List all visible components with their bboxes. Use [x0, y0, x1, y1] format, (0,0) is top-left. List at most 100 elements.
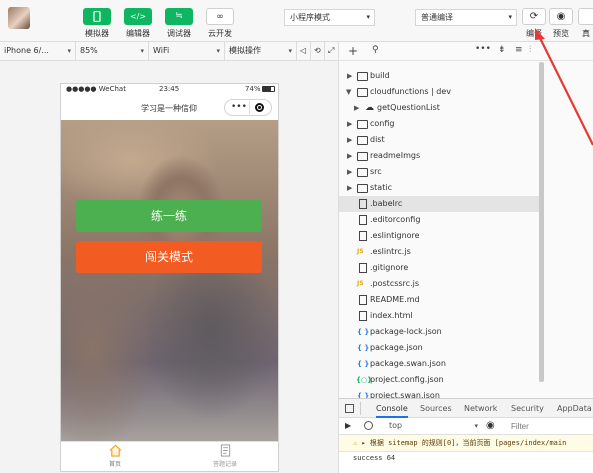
mode-select[interactable]: 小程序模式 ▾: [284, 9, 375, 26]
debug-icon: ≒: [175, 11, 183, 21]
chevron-right-icon[interactable]: ▶: [347, 132, 352, 148]
context-select[interactable]: top ▾: [387, 419, 482, 433]
tab-console[interactable]: Console: [376, 399, 408, 418]
file-tree-item[interactable]: index.html: [339, 308, 539, 324]
chevron-down-icon[interactable]: ▼: [346, 84, 351, 100]
cloud-dev-label: 云开发: [208, 29, 232, 38]
console-filter-input[interactable]: [511, 420, 591, 432]
folder-icon: [357, 120, 368, 129]
file-tree-item[interactable]: .editorconfig: [339, 212, 539, 228]
file-tree-item[interactable]: .babelrc: [339, 196, 539, 212]
file-tree-item[interactable]: ▶ static: [339, 180, 539, 196]
file-tree-item[interactable]: ▶ dist: [339, 132, 539, 148]
file-name: .gitignore: [370, 263, 409, 272]
file-name: .eslintrc.js: [370, 247, 411, 256]
chevron-right-icon[interactable]: ▶: [347, 148, 352, 164]
zoom-select[interactable]: 85% ▾: [76, 42, 149, 60]
preview-button[interactable]: ◉: [549, 8, 573, 25]
collapse-all-icon[interactable]: ⇟: [498, 45, 506, 55]
file-tree-item[interactable]: { } package.swan.json: [339, 356, 539, 372]
chevron-right-icon[interactable]: ▶: [354, 100, 359, 116]
file-tree-item[interactable]: ▶ src: [339, 164, 539, 180]
inspect-icon[interactable]: [345, 404, 354, 413]
capsule-divider: [249, 101, 250, 114]
file-name: build: [370, 71, 390, 80]
file-tree-item[interactable]: {○} project.config.json: [339, 372, 539, 388]
file-tree-item[interactable]: ▼ cloudfunctions | dev: [339, 84, 539, 100]
tab-appdata[interactable]: AppData: [557, 399, 592, 418]
editor-toggle-button[interactable]: </>: [124, 8, 152, 25]
sidebar-toggle-icon[interactable]: ▶: [345, 421, 351, 430]
folder-icon: [357, 184, 368, 193]
file-name: package.json: [370, 343, 423, 352]
file-tree-item[interactable]: .gitignore: [339, 260, 539, 276]
compile-select[interactable]: 普通编译 ▾: [415, 9, 517, 26]
device-select[interactable]: iPhone 6/... ▾: [0, 42, 76, 60]
chevron-right-icon[interactable]: ▶: [347, 68, 352, 84]
practice-button[interactable]: 练一练: [76, 200, 262, 232]
clear-console-icon[interactable]: [364, 421, 373, 430]
operation-select-value: 模拟操作: [229, 46, 261, 55]
file-tree-item[interactable]: README.md: [339, 292, 539, 308]
avatar[interactable]: [8, 7, 30, 29]
file-name: readmeImgs: [370, 151, 421, 160]
console-filter-bar: ▶ top ▾ ◉: [339, 418, 593, 435]
fullscreen-button[interactable]: ⤢: [325, 42, 338, 60]
simulator-toggle-button[interactable]: [83, 8, 111, 25]
folder-icon: [357, 168, 368, 177]
json-file-icon: { }: [357, 328, 370, 336]
warning-icon: ⚠: [353, 439, 358, 447]
file-tree-item[interactable]: ▶ build: [339, 68, 539, 84]
rotate-button[interactable]: ⟲: [311, 42, 325, 60]
expand-icon: ⤢: [328, 46, 335, 55]
file-tree-item[interactable]: JS .postcssrc.js: [339, 276, 539, 292]
more-button[interactable]: [578, 8, 593, 25]
simulator-area: ●●●●● WeChat 23:45 74% 学习是一种信仰 ••• 练一练 闯…: [0, 61, 338, 473]
search-icon[interactable]: ⚲: [372, 45, 379, 55]
compile-button[interactable]: ⟳: [522, 8, 546, 25]
tab-record[interactable]: 答题记录: [200, 444, 250, 468]
level-mode-button[interactable]: 闯关模式: [76, 241, 262, 273]
eye-icon[interactable]: ◉: [486, 420, 495, 431]
folder-icon: [357, 136, 368, 145]
folder-icon: [357, 152, 368, 161]
operation-select[interactable]: 模拟操作 ▾: [225, 42, 297, 60]
warning-message: ▸ 根据 sitemap 的规则[0]，当前页面 [pages/index/ma…: [361, 439, 567, 447]
close-circle-icon[interactable]: [255, 103, 264, 112]
file-tree-item[interactable]: { } package-lock.json: [339, 324, 539, 340]
simulator-options-bar: iPhone 6/... ▾ 85% ▾ WiFi ▾ 模拟操作 ▾ ◁ ⟲ ⤢: [0, 42, 338, 61]
phone-status-bar: ●●●●● WeChat 23:45 74%: [61, 84, 278, 95]
file-tree-item[interactable]: ▶ config: [339, 116, 539, 132]
tab-network[interactable]: Network: [464, 399, 497, 418]
file-name: .babelrc: [370, 199, 403, 208]
split-icon[interactable]: ⫶: [529, 45, 531, 55]
tab-record-label: 答题记录: [212, 461, 237, 468]
chevron-right-icon[interactable]: ▶: [347, 116, 352, 132]
file-tree-item[interactable]: ▶ ☁ getQuestionList: [339, 100, 539, 116]
tab-sources[interactable]: Sources: [420, 399, 452, 418]
network-select[interactable]: WiFi ▾: [149, 42, 225, 60]
cloud-dev-button[interactable]: ∞: [206, 8, 234, 25]
chevron-right-icon[interactable]: ▶: [347, 164, 352, 180]
file-tree-scrollbar[interactable]: [539, 62, 544, 382]
file-icon: [359, 215, 367, 225]
js-file-icon: JS: [357, 280, 364, 287]
add-file-icon[interactable]: +: [348, 44, 358, 58]
file-tree-item[interactable]: { } package.json: [339, 340, 539, 356]
chevron-right-icon[interactable]: ▶: [347, 180, 352, 196]
more-dots-icon[interactable]: •••: [231, 102, 247, 112]
file-tree-item[interactable]: ▶ readmeImgs: [339, 148, 539, 164]
chevron-down-icon: ▾: [288, 47, 292, 55]
tab-home[interactable]: 首页: [90, 444, 140, 468]
volume-button[interactable]: ◁: [297, 42, 311, 60]
menu-capsule[interactable]: •••: [224, 99, 272, 116]
more-label: 真: [582, 29, 590, 38]
sort-icon[interactable]: ≡: [515, 45, 523, 55]
tab-security[interactable]: Security: [511, 399, 544, 418]
debugger-toggle-button[interactable]: ≒: [165, 8, 193, 25]
file-tree-item[interactable]: JS .eslintrc.js: [339, 244, 539, 260]
chevron-down-icon: ▾: [216, 47, 220, 55]
more-options-icon[interactable]: •••: [475, 44, 491, 54]
refresh-icon: ⟳: [529, 11, 539, 22]
file-tree-item[interactable]: .eslintignore: [339, 228, 539, 244]
